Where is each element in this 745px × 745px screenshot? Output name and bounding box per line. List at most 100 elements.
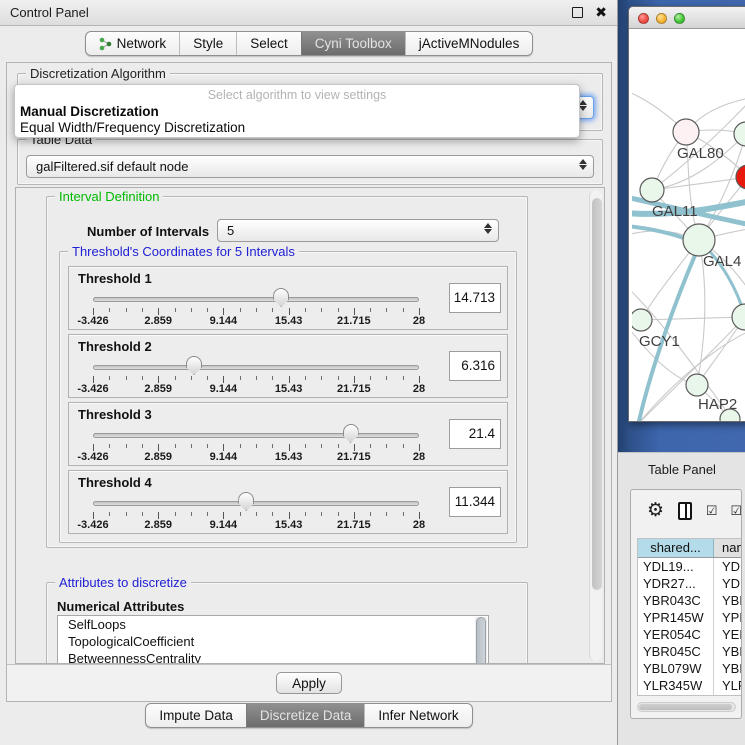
vertical-scrollbar-thumb[interactable] [592, 198, 602, 590]
split-columns-icon[interactable] [678, 502, 692, 520]
slider-thumb[interactable] [238, 492, 254, 511]
cell-shared-name[interactable]: YER054C [638, 626, 714, 643]
cell-name[interactable]: YLR345W [714, 677, 741, 694]
network-node-gal80[interactable] [673, 119, 699, 145]
bottom-tab-impute-data[interactable]: Impute Data [146, 704, 246, 727]
threshold-value-field[interactable]: 11.344 [449, 487, 501, 517]
cell-name[interactable]: YBR045C [714, 643, 741, 660]
table-row[interactable]: YBL079WYBL079W [638, 660, 741, 677]
tab-network[interactable]: Network [86, 32, 180, 55]
cell-shared-name[interactable]: YPR145W [638, 609, 714, 626]
close-icon[interactable]: ✖ [595, 4, 607, 21]
table-row[interactable]: YPR145WYPR145W [638, 609, 741, 626]
column-header-shared-name[interactable]: shared... [638, 539, 714, 557]
slider-tick [305, 444, 306, 448]
slider-tick-label: -3.426 [77, 315, 108, 327]
network-node-gal11[interactable] [640, 178, 664, 202]
threshold-value-field[interactable]: 6.316 [449, 351, 501, 381]
checkbox-icon[interactable]: ☑ [706, 503, 717, 519]
cell-shared-name[interactable]: YBR045C [638, 643, 714, 660]
table-row[interactable]: YER054CYER054C [638, 626, 741, 643]
vertical-scrollbar[interactable] [589, 190, 602, 661]
cell-name[interactable]: YDR27... [714, 575, 741, 592]
threshold-value-field[interactable]: 21.4 [449, 419, 501, 449]
table-row[interactable]: YDL19...YDL19... [638, 558, 741, 575]
zoom-traffic-light-icon[interactable] [674, 13, 685, 24]
table-row[interactable]: YLR345WYLR345W [638, 677, 741, 694]
interval-definition-title: Interval Definition [55, 189, 163, 204]
close-traffic-light-icon[interactable] [638, 13, 649, 24]
network-window-titlebar[interactable] [629, 7, 745, 29]
tab-jactivemnodules[interactable]: jActiveMNodules [405, 32, 533, 55]
table-data-combobox[interactable]: galFiltered.sif default node [26, 155, 594, 178]
cell-shared-name[interactable]: YBR043C [638, 592, 714, 609]
slider-track[interactable] [93, 433, 419, 438]
algorithm-popup-hint: Select algorithm to view settings [15, 88, 579, 102]
network-canvas[interactable]: GAL80GACGAL11GAL4GCY1HHAP2 [632, 29, 745, 421]
network-node-gal4[interactable] [683, 224, 715, 256]
column-header-name[interactable]: name [714, 539, 741, 557]
cell-name[interactable]: YIL052C [714, 694, 741, 696]
list-scrollbar-thumb[interactable] [476, 617, 486, 664]
algorithm-option-manual-discretization[interactable]: Manual Discretization [18, 104, 576, 120]
cell-name[interactable]: YDL19... [714, 558, 741, 575]
cell-name[interactable]: YPR145W [714, 609, 741, 626]
cell-shared-name[interactable]: YBL079W [638, 660, 714, 677]
attribute-item-betweennesscentrality[interactable]: BetweennessCentrality [58, 650, 488, 664]
float-window-icon[interactable] [572, 7, 583, 18]
threshold-slider[interactable]: -3.4262.8599.14415.4321.71528 [93, 403, 419, 467]
slider-track[interactable] [93, 365, 419, 370]
slider-tick-label: 9.144 [210, 315, 238, 327]
network-node-hap2[interactable] [686, 374, 708, 396]
apply-button[interactable]: Apply [276, 672, 342, 694]
tab-label: Network [117, 32, 167, 55]
numerical-attributes-list[interactable]: SelfLoopsTopologicalCoefficientBetweenne… [57, 615, 489, 664]
network-node-gcy1[interactable] [632, 309, 652, 331]
cell-shared-name[interactable]: YDR27... [638, 575, 714, 592]
horizontal-scrollbar[interactable] [637, 702, 736, 712]
slider-tick [240, 512, 241, 516]
threshold-value-field[interactable]: 14.713 [449, 283, 501, 313]
network-node-h-node[interactable] [732, 304, 745, 330]
tab-style[interactable]: Style [179, 32, 236, 55]
attribute-item-selfloops[interactable]: SelfLoops [58, 616, 488, 633]
table-row[interactable]: YIL052CYIL052C [638, 694, 741, 696]
bottom-tab-discretize-data[interactable]: Discretize Data [246, 704, 365, 727]
slider-track[interactable] [93, 297, 419, 302]
cell-shared-name[interactable]: YDL19... [638, 558, 714, 575]
cell-name[interactable]: YER054C [714, 626, 741, 643]
network-edge[interactable] [652, 89, 745, 190]
network-window[interactable]: GAL80GACGAL11GAL4GCY1HHAP2 [628, 6, 745, 422]
horizontal-scrollbar-thumb[interactable] [639, 704, 732, 710]
minimize-traffic-light-icon[interactable] [656, 13, 667, 24]
algorithm-option-equal-width-frequency-discretization[interactable]: Equal Width/Frequency Discretization [18, 120, 576, 136]
slider-tick [223, 444, 224, 451]
slider-thumb[interactable] [273, 288, 289, 307]
table-row[interactable]: YBR043CYBR043C [638, 592, 741, 609]
attribute-item-topologicalcoefficient[interactable]: TopologicalCoefficient [58, 633, 488, 650]
tab-select[interactable]: Select [236, 32, 301, 55]
cell-name[interactable]: YBL079W [714, 660, 741, 677]
gear-icon[interactable]: ⚙ [647, 501, 664, 521]
threshold-slider[interactable]: -3.4262.8599.14415.4321.71528 [93, 267, 419, 331]
slider-tick-label: -3.426 [77, 451, 108, 463]
network-node-top-right[interactable] [734, 122, 745, 146]
list-scrollbar[interactable] [475, 617, 487, 664]
table-row[interactable]: YDR27...YDR27... [638, 575, 741, 592]
slider-track[interactable] [93, 501, 419, 506]
cell-shared-name[interactable]: YIL052C [638, 694, 714, 696]
table-row[interactable]: YBR045CYBR045C [638, 643, 741, 660]
tab-cyni-toolbox[interactable]: Cyni Toolbox [301, 32, 405, 55]
slider-thumb[interactable] [343, 424, 359, 443]
slider-tick [223, 512, 224, 519]
slider-tick [142, 512, 143, 516]
cell-name[interactable]: YBR043C [714, 592, 741, 609]
cell-shared-name[interactable]: YLR345W [638, 677, 714, 694]
threshold-slider[interactable]: -3.4262.8599.14415.4321.71528 [93, 335, 419, 399]
slider-thumb[interactable] [186, 356, 202, 375]
checkbox-icon[interactable]: ☑ [730, 503, 741, 519]
threshold-slider[interactable]: -3.4262.8599.14415.4321.71528 [93, 471, 419, 535]
network-node-red-node[interactable] [736, 165, 745, 189]
bottom-tab-infer-network[interactable]: Infer Network [364, 704, 471, 727]
number-of-intervals-combobox[interactable]: 5 [217, 219, 499, 242]
